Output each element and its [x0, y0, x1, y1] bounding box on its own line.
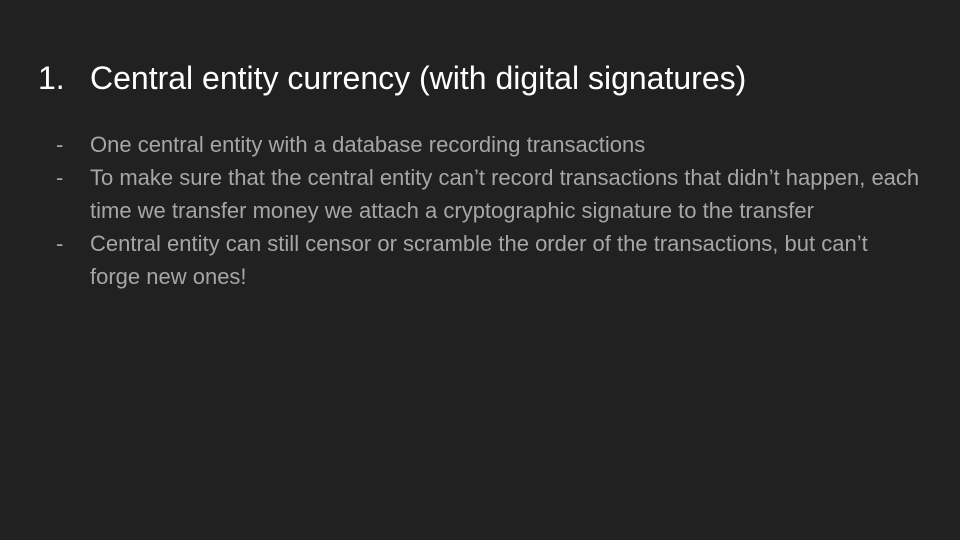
bullet-text: To make sure that the central entity can… [90, 165, 920, 223]
bullet-item: - To make sure that the central entity c… [56, 161, 920, 227]
bullet-text: One central entity with a database recor… [90, 132, 646, 157]
title-text: Central entity currency (with digital si… [90, 60, 747, 96]
bullet-dash: - [56, 165, 64, 190]
bullet-list: - One central entity with a database rec… [56, 128, 920, 293]
bullet-item: - Central entity can still censor or scr… [56, 227, 920, 293]
bullet-item: - One central entity with a database rec… [56, 128, 920, 161]
slide: 1. Central entity currency (with digital… [0, 0, 960, 540]
slide-title: 1. Central entity currency (with digital… [38, 56, 930, 100]
bullet-dash: - [56, 132, 64, 157]
bullet-dash: - [56, 231, 64, 256]
bullet-text: Central entity can still censor or scram… [90, 231, 868, 289]
title-number: 1. [38, 60, 65, 96]
